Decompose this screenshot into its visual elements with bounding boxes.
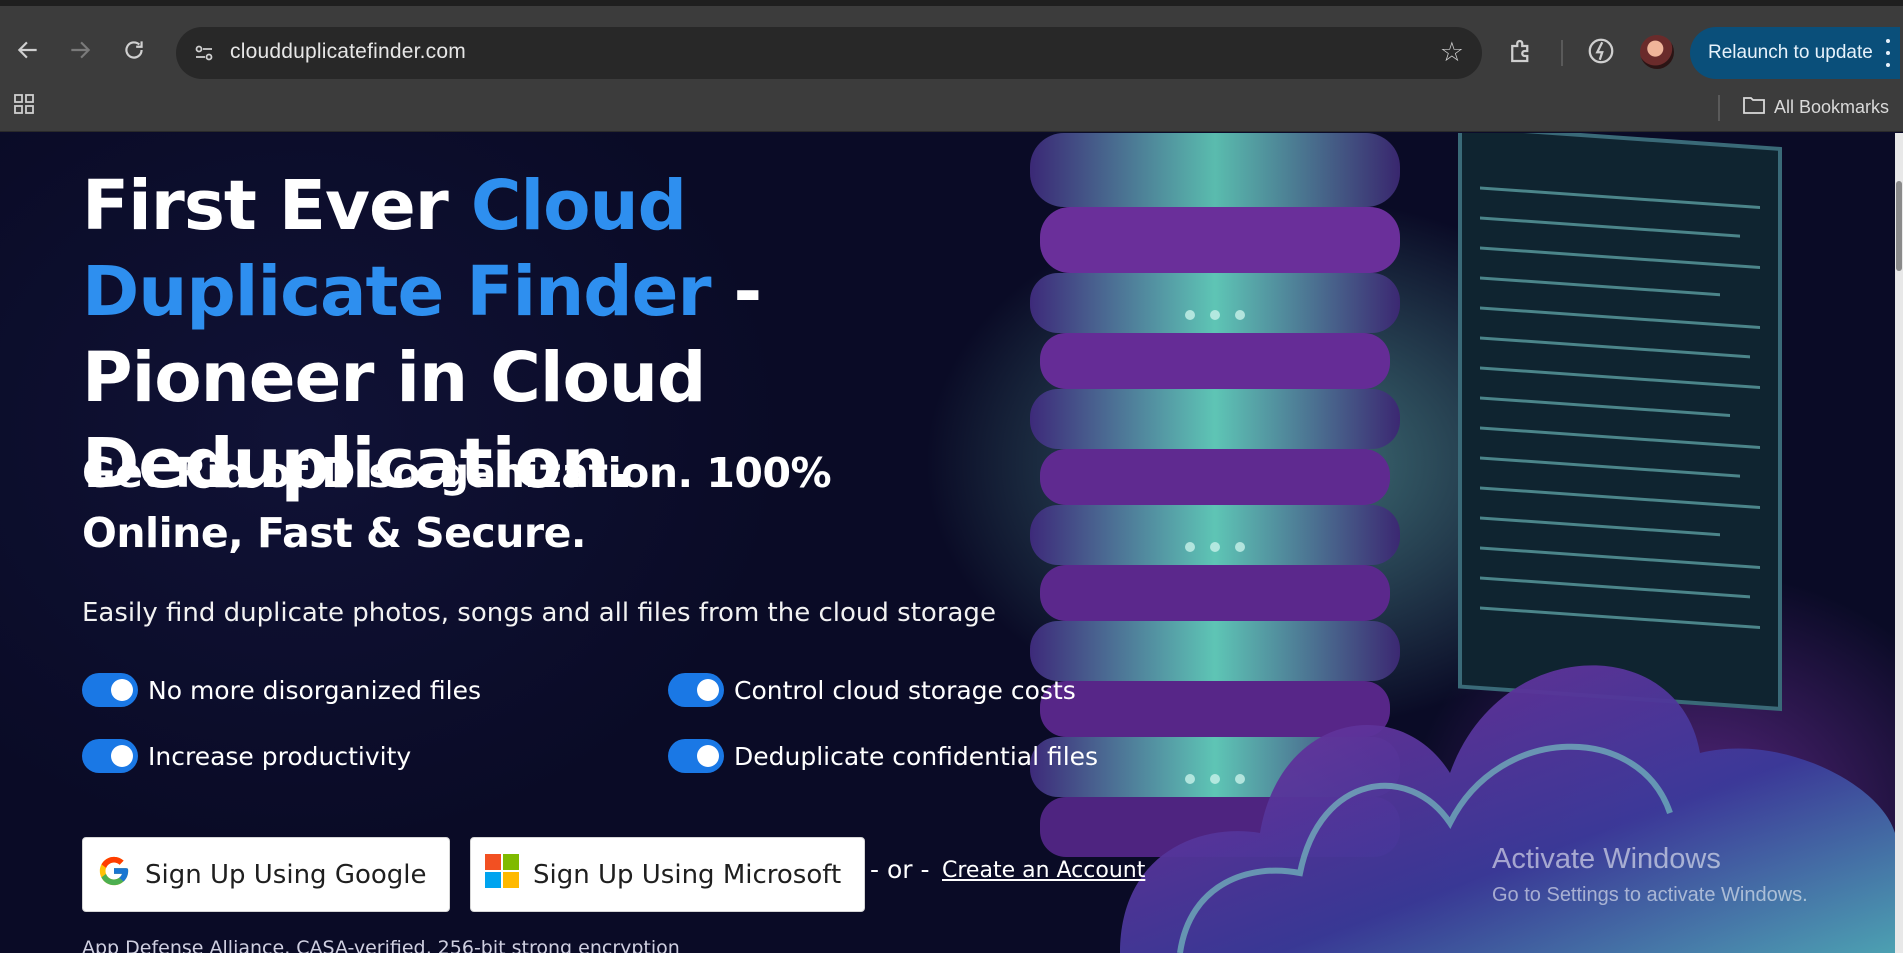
- url-text[interactable]: cloudduplicatefinder.com: [230, 40, 466, 64]
- forward-arrow-icon[interactable]: [60, 30, 100, 70]
- toggle-on-icon: [668, 739, 724, 773]
- landing-page: First Ever Cloud Duplicate Finder - Pion…: [0, 133, 1903, 953]
- feature-label: No more disorganized files: [148, 675, 482, 705]
- performance-icon[interactable]: [1586, 36, 1620, 70]
- page-scrollbar[interactable]: [1895, 133, 1903, 953]
- site-info-icon[interactable]: [192, 41, 216, 65]
- star-icon[interactable]: ☆: [1440, 37, 1464, 68]
- hero-description: Easily find duplicate photos, songs and …: [82, 598, 996, 628]
- browser-toolbar: cloudduplicatefinder.com ☆ Relaunch to u…: [0, 6, 1903, 90]
- kebab-menu-icon[interactable]: [1884, 39, 1892, 67]
- create-account-link[interactable]: Create an Account: [942, 858, 1145, 883]
- feature-item: Deduplicate confidential files: [668, 739, 1098, 773]
- google-logo: [97, 854, 131, 895]
- toolbar-divider: [1561, 40, 1563, 66]
- folder-icon: [1742, 94, 1766, 121]
- all-bookmarks-label: All Bookmarks: [1774, 96, 1890, 117]
- toggle-on-icon: [82, 739, 138, 773]
- feature-item: Increase productivity: [82, 739, 411, 773]
- security-footnote: App Defense Alliance, CASA-verified, 256…: [82, 937, 680, 953]
- microsoft-button-label: Sign Up Using Microsoft: [533, 859, 842, 890]
- toggle-on-icon: [668, 673, 724, 707]
- feature-label: Deduplicate confidential files: [734, 741, 1099, 771]
- relaunch-label: Relaunch to update: [1708, 42, 1873, 63]
- sign-up-microsoft-button[interactable]: Sign Up Using Microsoft: [470, 837, 865, 912]
- bookmarks-divider: [1718, 95, 1720, 121]
- feature-item: Control cloud storage costs: [668, 673, 1076, 707]
- sign-up-google-button[interactable]: Sign Up Using Google: [82, 837, 450, 912]
- hero-subtitle: Get Rid of Disorganization. 100% Online,…: [82, 449, 832, 557]
- toggle-on-icon: [82, 673, 138, 707]
- google-button-label: Sign Up Using Google: [145, 859, 427, 890]
- watermark-line1: Activate Windows: [1492, 843, 1721, 875]
- server-cloud-illustration: [1030, 133, 1895, 953]
- feature-label: Increase productivity: [148, 741, 412, 771]
- relaunch-button[interactable]: Relaunch to update: [1690, 27, 1900, 79]
- address-bar[interactable]: cloudduplicatefinder.com ☆: [176, 27, 1482, 79]
- reload-icon[interactable]: [114, 30, 154, 70]
- extensions-icon[interactable]: [1506, 36, 1540, 70]
- feature-label: Control cloud storage costs: [734, 675, 1076, 705]
- scrollbar-thumb[interactable]: [1896, 181, 1902, 271]
- activate-windows-watermark: Activate Windows Go to Settings to activ…: [1492, 843, 1808, 907]
- watermark-line2: Go to Settings to activate Windows.: [1492, 884, 1808, 906]
- bookmarks-bar: [0, 84, 1903, 132]
- or-separator: - or -: [870, 855, 930, 884]
- feature-item: No more disorganized files: [82, 673, 481, 707]
- microsoft-logo: [485, 854, 519, 895]
- profile-avatar[interactable]: [1640, 35, 1674, 69]
- all-bookmarks-button[interactable]: All Bookmarks: [1742, 90, 1889, 124]
- code-screen: [1458, 133, 1782, 712]
- back-arrow-icon[interactable]: [8, 30, 48, 70]
- apps-grid-icon[interactable]: [12, 92, 36, 116]
- hero-title-part1: First Ever: [82, 166, 471, 246]
